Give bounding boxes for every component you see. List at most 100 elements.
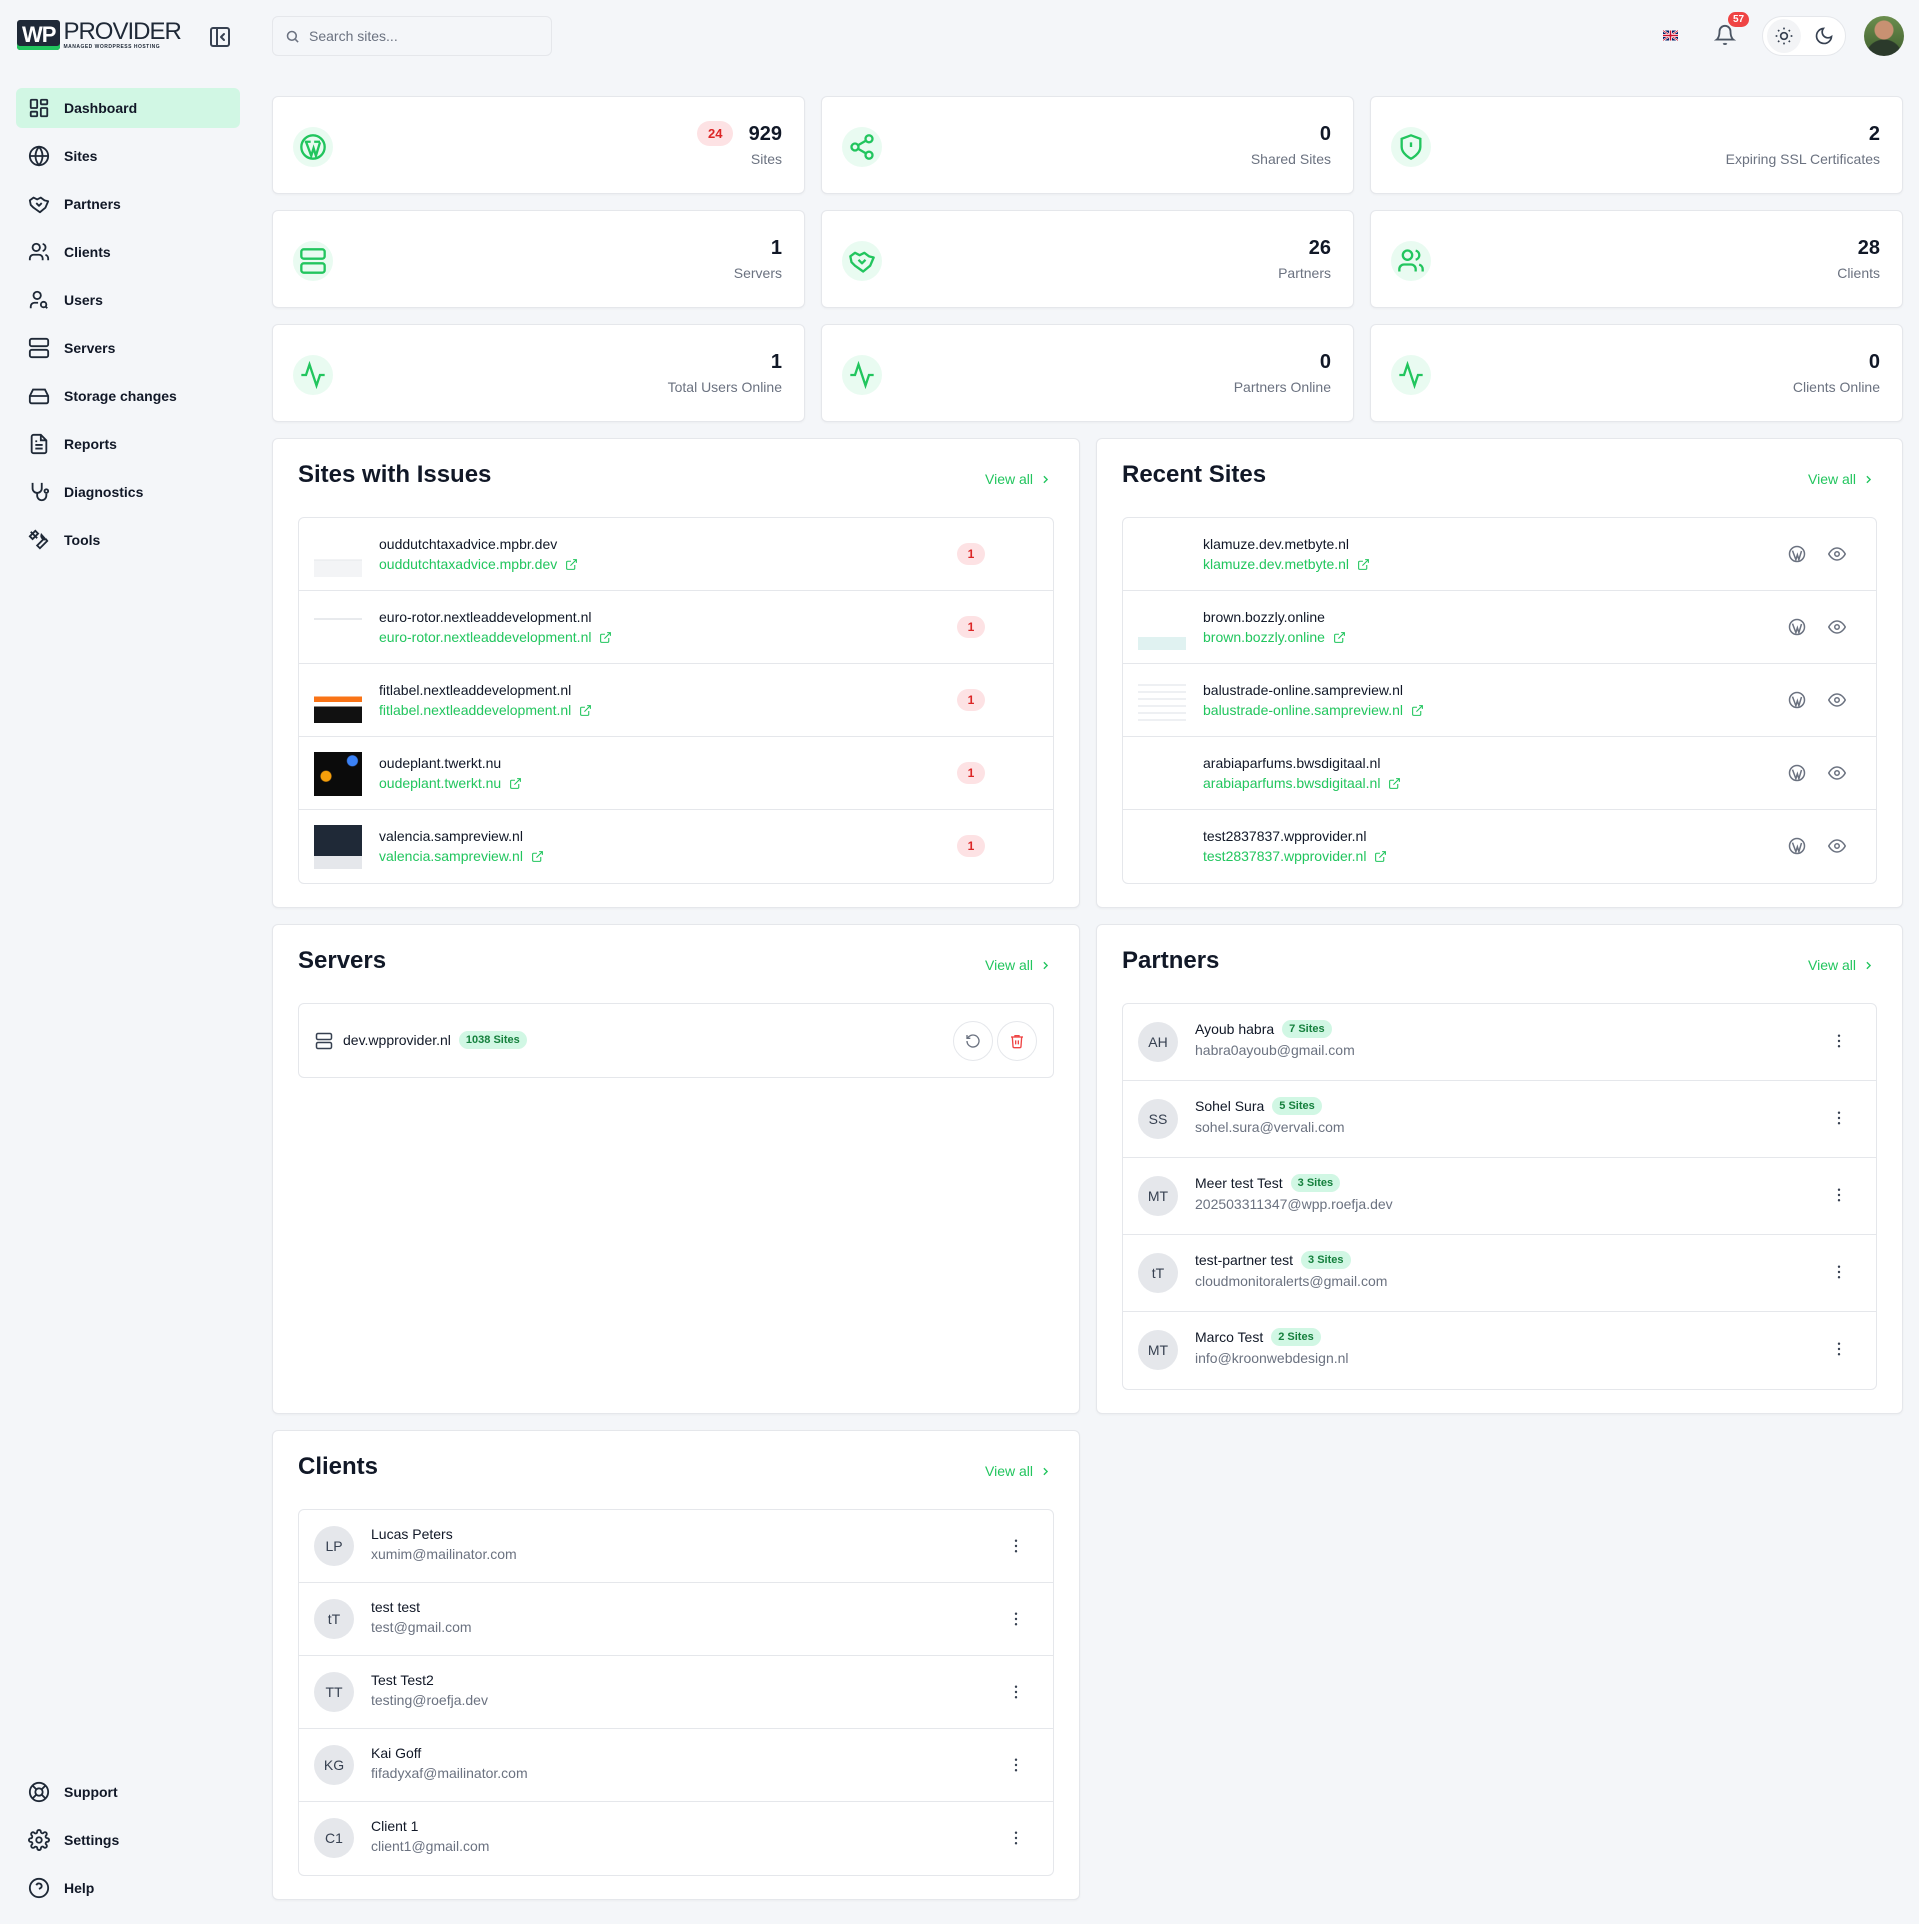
nav-item-storage-changes[interactable]: Storage changes xyxy=(16,376,240,416)
recent-site-row[interactable]: balustrade-online.sampreview.nl balustra… xyxy=(1123,664,1876,737)
globe-icon xyxy=(28,145,50,167)
client-row[interactable]: KG Kai Goff fifadyxaf@mailinator.com xyxy=(299,1729,1053,1802)
theme-toggle[interactable] xyxy=(1762,16,1846,56)
delete-button[interactable] xyxy=(997,1021,1037,1061)
view-all-link[interactable]: View all xyxy=(1808,471,1875,487)
stat-card-servers[interactable]: 1 Servers xyxy=(272,210,805,308)
user-avatar[interactable] xyxy=(1864,16,1904,56)
partner-row[interactable]: AH Ayoub habra 7 Sites habra0ayoub@gmail.… xyxy=(1123,1004,1876,1081)
site-url-link[interactable]: ouddutchtaxadvice.mpbr.dev xyxy=(379,556,578,572)
hard-drive-icon xyxy=(28,388,50,405)
stat-card-partners-online[interactable]: 0 Partners Online xyxy=(821,324,1354,422)
stat-card-clients[interactable]: 28 Clients xyxy=(1370,210,1903,308)
client-row[interactable]: C1 Client 1 client1@gmail.com xyxy=(299,1802,1053,1875)
site-url-link[interactable]: oudeplant.twerkt.nu xyxy=(379,775,522,791)
more-vertical-icon[interactable] xyxy=(1830,1109,1848,1127)
stat-card-shared-sites[interactable]: 0 Shared Sites xyxy=(821,96,1354,194)
nav-item-dashboard[interactable]: Dashboard xyxy=(16,88,240,128)
nav-item-sites[interactable]: Sites xyxy=(16,136,240,176)
collapse-sidebar-icon[interactable] xyxy=(208,25,232,49)
more-vertical-icon[interactable] xyxy=(1007,1537,1025,1555)
site-url-link[interactable]: arabiaparfums.bwsdigitaal.nl xyxy=(1203,775,1401,791)
partner-row[interactable]: MT Marco Test 2 Sites info@kroonwebdesign… xyxy=(1123,1312,1876,1389)
search-input[interactable]: Search sites... xyxy=(272,16,552,56)
more-vertical-icon[interactable] xyxy=(1830,1032,1848,1050)
moon-icon[interactable] xyxy=(1807,19,1841,53)
issue-row[interactable]: ouddutchtaxadvice.mpbr.dev ouddutchtaxad… xyxy=(299,518,1053,591)
issue-row[interactable]: euro-rotor.nextleaddevelopment.nl euro-r… xyxy=(299,591,1053,664)
site-name: euro-rotor.nextleaddevelopment.nl xyxy=(379,609,592,625)
chevron-right-icon xyxy=(1043,961,1049,969)
recent-site-row[interactable]: arabiaparfums.bwsdigitaal.nl arabiaparfu… xyxy=(1123,737,1876,810)
client-row[interactable]: LP Lucas Peters xumim@mailinator.com xyxy=(299,1510,1053,1583)
nav-item-partners[interactable]: Partners xyxy=(16,184,240,224)
notification-badge: 57 xyxy=(1728,12,1750,27)
issue-row[interactable]: fitlabel.nextleaddevelopment.nl fitlabel… xyxy=(299,664,1053,737)
site-url-link[interactable]: test2837837.wpprovider.nl xyxy=(1203,848,1387,864)
partner-row[interactable]: tT test-partner test 3 Sites cloudmonitor… xyxy=(1123,1235,1876,1312)
server-row[interactable]: dev.wpprovider.nl 1038 Sites xyxy=(299,1004,1053,1077)
sun-icon[interactable] xyxy=(1767,19,1801,53)
wordpress-icon[interactable] xyxy=(1788,764,1806,782)
nav-item-help[interactable]: Help xyxy=(16,1868,240,1908)
avatar: KG xyxy=(314,1745,354,1785)
nav-item-diagnostics[interactable]: Diagnostics xyxy=(16,472,240,512)
client-row[interactable]: TT Test Test2 testing@roefja.dev xyxy=(299,1656,1053,1729)
stat-card-clients-online[interactable]: 0 Clients Online xyxy=(1370,324,1903,422)
eye-icon[interactable] xyxy=(1828,837,1846,855)
gear-icon xyxy=(28,1829,50,1851)
recent-site-row[interactable]: test2837837.wpprovider.nl test2837837.wp… xyxy=(1123,810,1876,883)
site-url-link[interactable]: brown.bozzly.online xyxy=(1203,629,1346,645)
site-count-badge: 3 Sites xyxy=(1290,1174,1341,1192)
wordpress-icon[interactable] xyxy=(1788,837,1806,855)
view-all-link[interactable]: View all xyxy=(985,471,1052,487)
stat-card-ssl[interactable]: 2 Expiring SSL Certificates xyxy=(1370,96,1903,194)
nav-item-clients[interactable]: Clients xyxy=(16,232,240,272)
stat-card-users-online[interactable]: 1 Total Users Online xyxy=(272,324,805,422)
site-url-link[interactable]: klamuze.dev.metbyte.nl xyxy=(1203,556,1370,572)
site-url-link[interactable]: euro-rotor.nextleaddevelopment.nl xyxy=(379,629,612,645)
eye-icon[interactable] xyxy=(1828,764,1846,782)
more-vertical-icon[interactable] xyxy=(1830,1263,1848,1281)
nav-item-reports[interactable]: Reports xyxy=(16,424,240,464)
uk-flag-icon[interactable] xyxy=(1663,30,1678,41)
nav-item-settings[interactable]: Settings xyxy=(16,1820,240,1860)
view-all-link[interactable]: View all xyxy=(985,957,1052,973)
client-row[interactable]: tT test test test@gmail.com xyxy=(299,1583,1053,1656)
view-all-link[interactable]: View all xyxy=(985,1463,1052,1479)
nav-item-support[interactable]: Support xyxy=(16,1772,240,1812)
eye-icon[interactable] xyxy=(1828,545,1846,563)
recent-site-row[interactable]: klamuze.dev.metbyte.nl klamuze.dev.metby… xyxy=(1123,518,1876,591)
issue-row[interactable]: oudeplant.twerkt.nu oudeplant.twerkt.nu … xyxy=(299,737,1053,810)
partner-email: habra0ayoub@gmail.com xyxy=(1195,1042,1355,1058)
partner-row[interactable]: MT Meer test Test 3 Sites 202503311347@wp… xyxy=(1123,1158,1876,1235)
more-vertical-icon[interactable] xyxy=(1830,1186,1848,1204)
nav-item-servers[interactable]: Servers xyxy=(16,328,240,368)
wordpress-icon[interactable] xyxy=(1788,618,1806,636)
recent-site-row[interactable]: brown.bozzly.online brown.bozzly.online xyxy=(1123,591,1876,664)
wordpress-icon[interactable] xyxy=(1788,545,1806,563)
logo[interactable]: WP PROVIDER MANAGED WORDPRESS HOSTING xyxy=(17,20,182,50)
issue-row[interactable]: valencia.sampreview.nl valencia.samprevi… xyxy=(299,810,1053,883)
partner-row[interactable]: SS Sohel Sura 5 Sites sohel.sura@vervali.… xyxy=(1123,1081,1876,1158)
more-vertical-icon[interactable] xyxy=(1007,1829,1025,1847)
client-list: LP Lucas Peters xumim@mailinator.com tT … xyxy=(298,1509,1054,1876)
more-vertical-icon[interactable] xyxy=(1007,1683,1025,1701)
nav-item-tools[interactable]: Tools xyxy=(16,520,240,560)
stat-card-partners[interactable]: 26 Partners xyxy=(821,210,1354,308)
bell-icon[interactable] xyxy=(1714,24,1736,46)
eye-icon[interactable] xyxy=(1828,691,1846,709)
stat-card-sites[interactable]: 24 929 Sites xyxy=(272,96,805,194)
more-vertical-icon[interactable] xyxy=(1007,1756,1025,1774)
more-vertical-icon[interactable] xyxy=(1007,1610,1025,1628)
site-url-link[interactable]: fitlabel.nextleaddevelopment.nl xyxy=(379,702,592,718)
site-url-link[interactable]: valencia.sampreview.nl xyxy=(379,848,544,864)
chevron-right-icon xyxy=(1043,475,1049,483)
eye-icon[interactable] xyxy=(1828,618,1846,636)
nav-item-users[interactable]: Users xyxy=(16,280,240,320)
refresh-button[interactable] xyxy=(953,1021,993,1061)
site-url-link[interactable]: balustrade-online.sampreview.nl xyxy=(1203,702,1424,718)
view-all-link[interactable]: View all xyxy=(1808,957,1875,973)
wordpress-icon[interactable] xyxy=(1788,691,1806,709)
more-vertical-icon[interactable] xyxy=(1830,1340,1848,1358)
